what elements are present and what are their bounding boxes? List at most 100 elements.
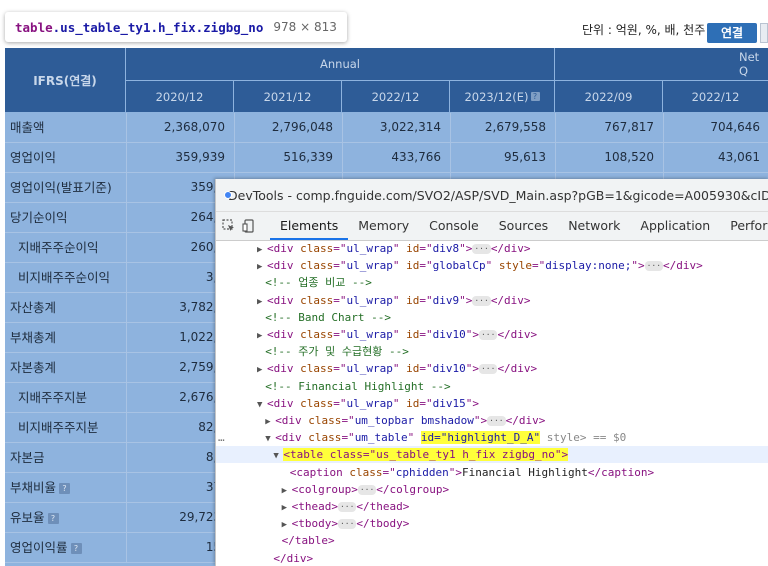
dom-tag: <caption <box>289 465 343 479</box>
tab-performance[interactable]: Performance <box>720 212 768 240</box>
tab-network[interactable]: Network <box>558 212 630 240</box>
row-label-text: 자산총계 <box>10 300 57 315</box>
help-icon[interactable]: ? <box>70 543 82 554</box>
dom-node-line[interactable]: <!-- Band Chart --> <box>216 309 768 326</box>
year-header-label: 2022/12 <box>371 89 420 104</box>
devtools-window: DevTools - comp.fnguide.com/SVO2/ASP/SVD… <box>215 179 768 566</box>
row-label: 비지배주주순이익 <box>5 263 125 292</box>
dom-tag: <div <box>275 414 302 427</box>
collapsed-ellipsis-icon[interactable]: ··· <box>644 261 664 272</box>
row-label-text: 당기순이익 <box>10 210 68 225</box>
dom-tag: <div <box>267 259 294 273</box>
attr-value: ul_wrap <box>346 362 393 376</box>
row-label: 당기순이익 <box>5 203 125 232</box>
dom-node-line[interactable]: <!-- Financial Highlight --> <box>216 378 768 395</box>
attr-name: class <box>301 414 342 427</box>
attr-name: class <box>293 259 334 273</box>
row-label-text: 영업이익 <box>10 150 57 165</box>
tab-application[interactable]: Application <box>630 212 720 240</box>
dom-node-line[interactable]: <!-- 업종 비교 --> <box>216 274 768 291</box>
dom-node-line[interactable]: ▶ <div class="ul_wrap" id="div10"> ··· </di… <box>216 360 768 377</box>
row-label: 자산총계 <box>5 293 125 322</box>
dom-node-line[interactable]: </table> <box>216 532 768 549</box>
dom-tag: <div <box>267 242 294 255</box>
dom-node-line[interactable]: ▶ <div class="ul_wrap" id="div10"> ··· </di… <box>216 326 768 343</box>
dom-node-line[interactable]: <!-- 주가 및 수급현황 --> <box>216 343 768 360</box>
table-cell: 95,613 <box>450 143 554 172</box>
dom-node-line[interactable]: ▶ <div class="ul_wrap" id="div9"> ··· </div… <box>216 292 768 309</box>
collapsed-ellipsis-icon[interactable]: ··· <box>478 364 498 375</box>
row-label-text: 자본총계 <box>10 360 57 375</box>
attr-value: ul_wrap <box>346 328 393 341</box>
dom-node-line[interactable]: ▶ <div class="um_topbar bmshadow"> ··· </di… <box>216 412 768 429</box>
row-label: 부채총계 <box>5 323 125 352</box>
dom-tag: <colgroup <box>291 482 352 496</box>
dom-node-line[interactable]: ▶ <div class="ul_wrap" id="div8"> ··· </div… <box>216 240 768 257</box>
dom-node-line[interactable]: </div> <box>216 550 768 566</box>
table-cell: 2,796,048 <box>234 113 341 142</box>
dom-close-tag: </caption> <box>587 465 655 479</box>
collapsed-ellipsis-icon[interactable]: ··· <box>337 502 357 512</box>
dom-tag: <div <box>267 396 294 410</box>
help-icon[interactable]: ? <box>47 513 59 524</box>
attr-value: div8 <box>432 242 460 255</box>
dom-node-line[interactable]: ▶ <colgroup> ··· </colgroup> <box>216 481 768 498</box>
dom-tag: <div <box>275 431 302 445</box>
row-label: 매출액 <box>5 113 125 142</box>
attr-name: id <box>399 328 420 341</box>
row-label-text: 부채비율 <box>10 480 57 495</box>
dom-node-line[interactable]: ▶ <tbody> ··· </tbody> <box>216 515 768 532</box>
collapsed-ellipsis-icon[interactable]: ··· <box>478 330 498 340</box>
console-ref: style> == $0 <box>540 431 627 445</box>
year-header: 2023/12(E)? <box>450 81 554 112</box>
row-label-text: 비지배주주순이익 <box>18 270 111 285</box>
dom-tag: <div <box>267 362 294 376</box>
dom-comment: <!-- 업종 비교 --> <box>265 276 372 290</box>
collapsed-ellipsis-icon[interactable]: ··· <box>357 484 377 495</box>
collapsed-ellipsis-icon[interactable]: ··· <box>487 416 506 426</box>
tab-memory[interactable]: Memory <box>348 212 419 240</box>
highlighted-attr: id="highlight_D_A" <box>420 431 541 445</box>
table-cell: 767,817 <box>555 113 662 142</box>
dom-node-line[interactable]: ▼ <table class="us_table_ty1 h_fix zigbg_… <box>216 446 768 464</box>
dom-close-tag: </thead> <box>356 500 410 513</box>
table-cell: 2,679,558 <box>450 113 554 142</box>
attr-value: div10 <box>432 362 466 376</box>
attr-value: ul_wrap <box>346 293 393 307</box>
tab-elements[interactable]: Elements <box>270 212 349 240</box>
attr-value: globalCp <box>432 259 486 273</box>
inspect-cursor-icon[interactable] <box>222 216 236 236</box>
dom-node-line[interactable]: ▶ <thead> ··· </thead> <box>216 498 768 515</box>
inspect-tooltip: table.us_table_ty1.h_fix.zigbg_no 978 × … <box>5 12 347 42</box>
dom-close-tag: </colgroup> <box>376 482 450 496</box>
dom-tag: <div <box>267 293 294 307</box>
dom-node-line[interactable]: ▼ <div class="ul_wrap" id="div15"> <box>216 395 768 412</box>
estimate-help-icon[interactable]: ? <box>530 92 540 101</box>
attr-name: class <box>293 362 334 376</box>
table-cell: 516,339 <box>234 143 341 172</box>
row-label: 부채비율? <box>5 473 125 502</box>
table-row: 매출액 2,368,070 2,796,048 3,022,314 2,679,558 7… <box>5 113 768 143</box>
collapsed-ellipsis-icon[interactable]: ··· <box>472 295 491 306</box>
collapsed-ellipsis-icon[interactable]: ··· <box>472 244 491 254</box>
dom-close-tag: </div> <box>490 242 531 255</box>
attr-name: id <box>399 259 420 273</box>
dom-node-line[interactable]: ▼ <div class="um_table" id="highlight_D_A… <box>216 429 768 446</box>
year-header: 2020/12 <box>126 81 233 112</box>
table-cell: 43,061 <box>663 143 768 172</box>
collapsed-ellipsis-icon[interactable]: ··· <box>337 519 357 530</box>
caption-text: Financial Highlight <box>462 465 588 479</box>
dom-close-tag: </div> <box>505 414 546 427</box>
selected-table-tag: <table class="us_table_ty1 h_fix zigbg_n… <box>283 448 569 462</box>
dom-close-tag: </div> <box>663 259 703 273</box>
help-icon[interactable]: ? <box>59 483 71 494</box>
dom-close-tag: </div> <box>497 328 538 341</box>
separate-button[interactable] <box>760 23 768 43</box>
consolidated-button[interactable]: 연결 <box>707 23 757 43</box>
device-toolbar-icon[interactable] <box>242 216 256 236</box>
attr-name: class <box>293 328 334 341</box>
dom-node-line[interactable]: ▶ <div class="ul_wrap" id="globalCp" styl… <box>216 257 768 274</box>
tab-sources[interactable]: Sources <box>489 212 558 240</box>
tab-console[interactable]: Console <box>419 212 489 240</box>
dom-node-line[interactable]: <caption class="cphidden">Financial High… <box>216 464 768 481</box>
